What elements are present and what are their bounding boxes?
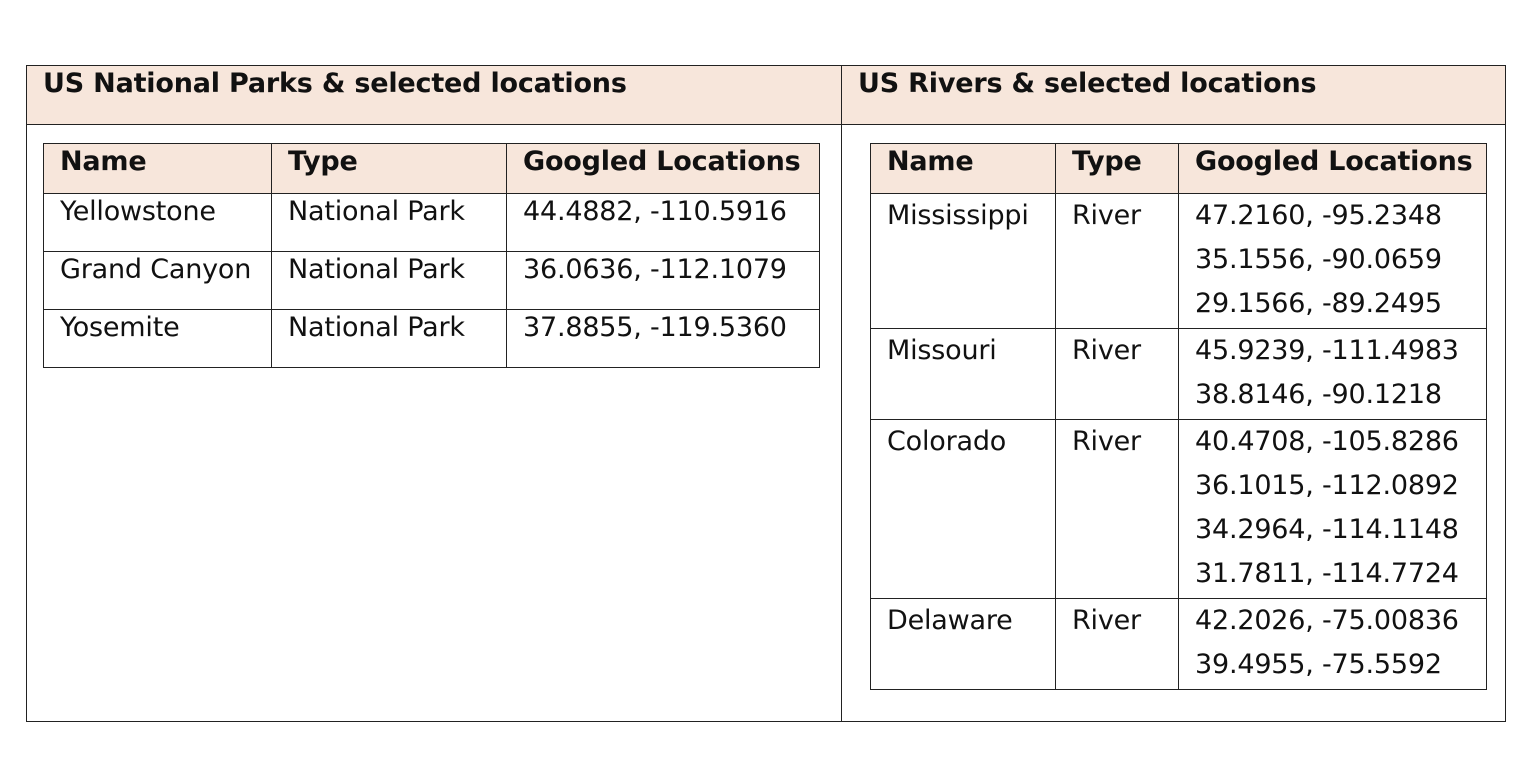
parks-table: Name Type Googled Locations Yellowstone … [43, 143, 820, 368]
rivers-panel-title: US Rivers & selected locations [842, 66, 1505, 125]
location-coordinate: 31.7811, -114.7724 [1195, 558, 1459, 589]
river-locations: 40.4708, -105.8286 36.1015, -112.0892 34… [1178, 419, 1487, 599]
location-coordinate: 36.1015, -112.0892 [1195, 470, 1459, 501]
location-coordinate: 36.0636, -112.1079 [523, 254, 787, 285]
river-name: Colorado [870, 419, 1056, 599]
river-locations: 42.2026, -75.00836 39.4955, -75.5592 [1178, 598, 1487, 690]
rivers-header-name: Name [870, 143, 1056, 194]
park-name: Yellowstone [43, 193, 272, 252]
river-locations: 45.9239, -111.4983 38.8146, -90.1218 [1178, 328, 1487, 420]
location-coordinate: 40.4708, -105.8286 [1195, 426, 1459, 457]
table-row: Colorado River 40.4708, -105.8286 36.101… [870, 419, 1487, 599]
river-type: River [1055, 419, 1179, 599]
rivers-panel: US Rivers & selected locations Name Type… [842, 66, 1505, 721]
park-locations: 36.0636, -112.1079 [506, 251, 820, 310]
table-row: Yellowstone National Park 44.4882, -110.… [43, 193, 820, 252]
park-name: Grand Canyon [43, 251, 272, 310]
river-locations: 47.2160, -95.2348 35.1556, -90.0659 29.1… [1178, 193, 1487, 329]
location-coordinate: 47.2160, -95.2348 [1195, 200, 1442, 231]
river-name: Missouri [870, 328, 1056, 420]
parks-panel-title: US National Parks & selected locations [27, 66, 841, 125]
river-type: River [1055, 328, 1179, 420]
park-type: National Park [271, 309, 507, 368]
parks-header-locations: Googled Locations [506, 143, 820, 194]
parks-panel: US National Parks & selected locations N… [27, 66, 842, 721]
location-coordinate: 45.9239, -111.4983 [1195, 335, 1459, 366]
park-locations: 44.4882, -110.5916 [506, 193, 820, 252]
park-locations: 37.8855, -119.5360 [506, 309, 820, 368]
location-coordinate: 35.1556, -90.0659 [1195, 244, 1442, 275]
table-row: Mississippi River 47.2160, -95.2348 35.1… [870, 193, 1487, 329]
table-row: Grand Canyon National Park 36.0636, -112… [43, 251, 820, 310]
table-row: Missouri River 45.9239, -111.4983 38.814… [870, 328, 1487, 420]
location-coordinate: 34.2964, -114.1148 [1195, 514, 1459, 545]
parks-header-type: Type [271, 143, 507, 194]
rivers-header-locations: Googled Locations [1178, 143, 1487, 194]
document-frame: US National Parks & selected locations N… [26, 65, 1506, 722]
location-coordinate: 44.4882, -110.5916 [523, 196, 787, 227]
river-type: River [1055, 598, 1179, 690]
rivers-header-type: Type [1055, 143, 1179, 194]
park-type: National Park [271, 251, 507, 310]
rivers-table: Name Type Googled Locations Mississippi … [870, 143, 1487, 690]
location-coordinate: 37.8855, -119.5360 [523, 312, 787, 343]
location-coordinate: 39.4955, -75.5592 [1195, 649, 1442, 680]
location-coordinate: 42.2026, -75.00836 [1195, 605, 1459, 636]
rivers-header-row: Name Type Googled Locations [870, 143, 1487, 194]
park-type: National Park [271, 193, 507, 252]
table-row: Delaware River 42.2026, -75.00836 39.495… [870, 598, 1487, 690]
table-row: Yosemite National Park 37.8855, -119.536… [43, 309, 820, 368]
park-name: Yosemite [43, 309, 272, 368]
river-name: Mississippi [870, 193, 1056, 329]
river-name: Delaware [870, 598, 1056, 690]
parks-header-row: Name Type Googled Locations [43, 143, 820, 194]
parks-header-name: Name [43, 143, 272, 194]
river-type: River [1055, 193, 1179, 329]
location-coordinate: 29.1566, -89.2495 [1195, 288, 1442, 319]
location-coordinate: 38.8146, -90.1218 [1195, 379, 1442, 410]
